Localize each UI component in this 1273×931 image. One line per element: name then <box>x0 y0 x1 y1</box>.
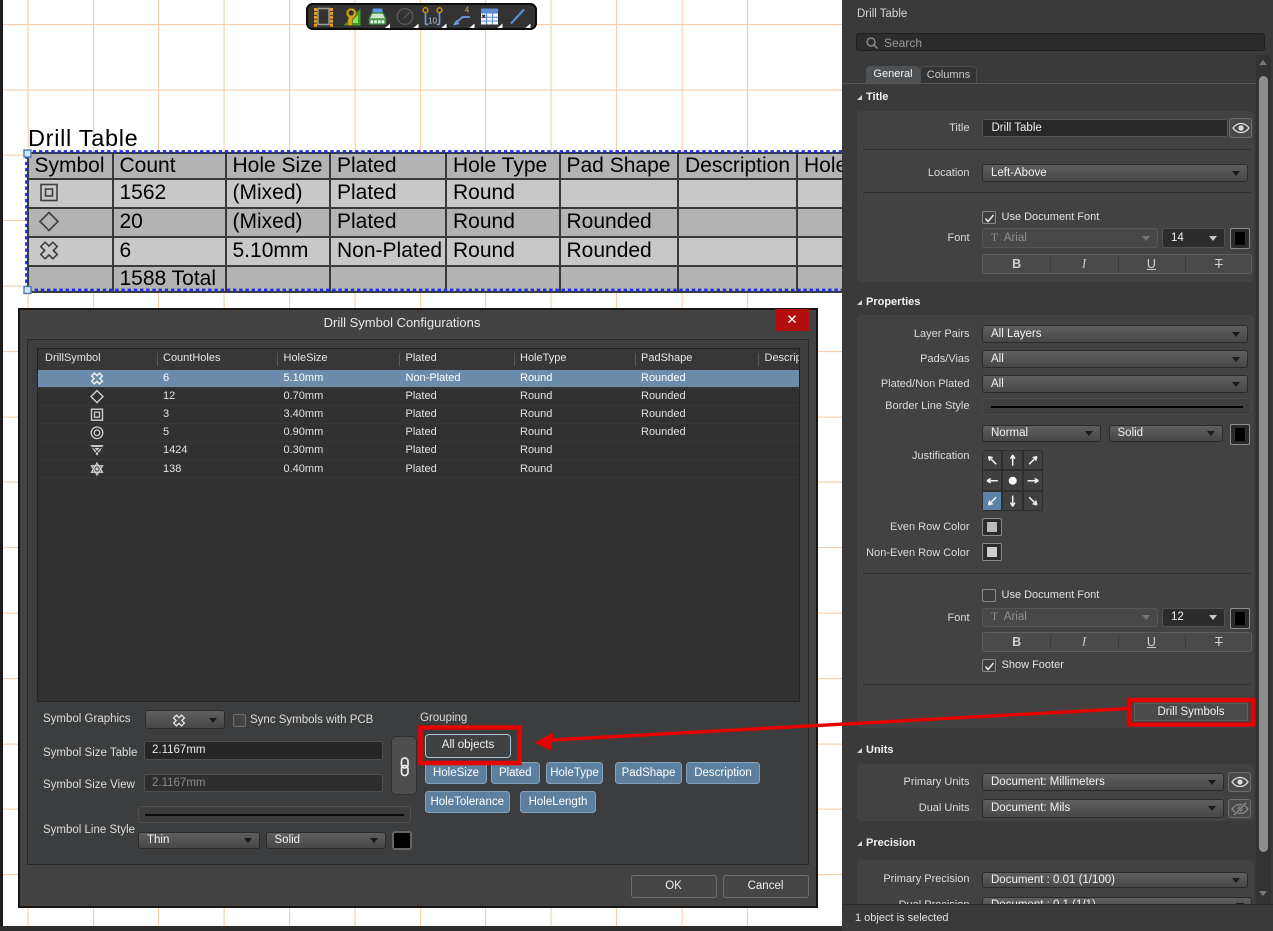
svg-text:4: 4 <box>465 6 470 15</box>
svg-text:10: 10 <box>428 17 437 26</box>
